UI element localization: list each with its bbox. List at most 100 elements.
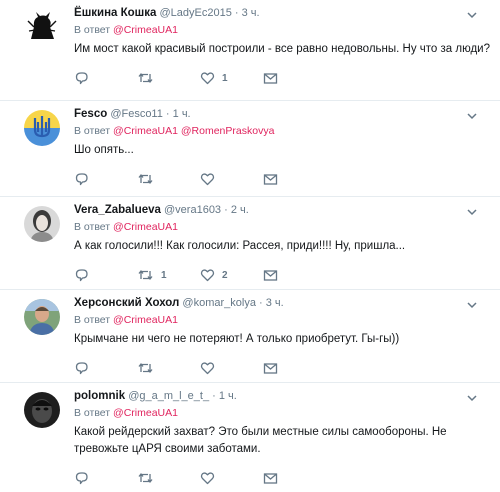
action-bar xyxy=(74,470,490,486)
tweet-header: Vera_Zabalueva @vera1603 · 2 ч. xyxy=(74,203,490,217)
author-handle[interactable]: @komar_kolya xyxy=(182,297,256,309)
separator: · xyxy=(224,204,228,216)
retweet-icon xyxy=(138,269,153,281)
tweet-text: Какой рейдерский захват? Это были местны… xyxy=(74,426,447,455)
timestamp[interactable]: 1 ч. xyxy=(219,390,237,402)
reply-button[interactable] xyxy=(74,172,137,186)
tweet-feed: Ёшкина Кошка @LadyEc2015 · 3 ч. В ответ … xyxy=(0,0,500,492)
separator: · xyxy=(234,7,239,19)
reply-context: В ответ @CrimeaUA1 xyxy=(74,313,490,327)
tweet-header: Ёшкина Кошка @LadyEc2015 · 3 ч. xyxy=(74,6,490,20)
mention-link[interactable]: @CrimeaUA1 xyxy=(113,125,178,137)
separator: · xyxy=(259,297,263,309)
retweet-count: 1 xyxy=(161,269,167,281)
like-count: 2 xyxy=(222,269,228,281)
like-button[interactable]: 2 xyxy=(200,268,263,282)
tweet-header: Fesco @Fesco11 · 1 ч. xyxy=(74,107,490,121)
author-handle[interactable]: @Fesco11 xyxy=(110,108,163,120)
tweet[interactable]: Ёшкина Кошка @LadyEc2015 · 3 ч. В ответ … xyxy=(0,0,500,101)
reply-prefix: В ответ xyxy=(74,314,111,326)
tweet[interactable]: polomnik @g_a_m_l_e_t_ · 1 ч. В ответ @C… xyxy=(0,383,500,492)
reply-prefix: В ответ xyxy=(74,24,111,36)
retweet-button[interactable] xyxy=(137,172,200,186)
like-button[interactable] xyxy=(200,471,263,485)
reply-prefix: В ответ xyxy=(74,125,111,137)
man-photo-avatar[interactable] xyxy=(24,299,60,335)
timestamp[interactable]: 2 ч. xyxy=(231,204,249,216)
reply-button[interactable] xyxy=(74,361,137,375)
author-name[interactable]: Херсонский Хохол xyxy=(74,297,179,309)
author-handle[interactable]: @vera1603 xyxy=(164,204,221,216)
dark-face-avatar[interactable] xyxy=(24,392,60,428)
timestamp[interactable]: 3 ч. xyxy=(242,7,260,19)
message-button[interactable] xyxy=(263,173,278,186)
retweet-button[interactable]: 1 xyxy=(137,268,200,282)
reply-icon xyxy=(75,269,88,282)
chevron-down-icon[interactable] xyxy=(466,109,478,121)
chevron-down-icon[interactable] xyxy=(466,205,478,217)
separator: · xyxy=(212,390,216,402)
action-bar: 1 2 xyxy=(74,267,490,283)
tweet[interactable]: Vera_Zabalueva @vera1603 · 2 ч. В ответ … xyxy=(0,197,500,290)
reply-prefix: В ответ xyxy=(74,407,111,419)
reply-icon xyxy=(75,362,88,375)
heart-icon xyxy=(200,362,215,375)
tweet-text: Крымчане ни чего не потеряют! А только п… xyxy=(74,333,400,345)
retweet-icon xyxy=(138,472,153,484)
timestamp[interactable]: 1 ч. xyxy=(173,108,191,120)
like-button[interactable] xyxy=(200,361,263,375)
retweet-icon xyxy=(138,72,153,84)
retweet-button[interactable] xyxy=(137,471,200,485)
reply-icon xyxy=(75,173,88,186)
message-button[interactable] xyxy=(263,472,278,485)
heart-icon xyxy=(200,173,215,186)
author-handle[interactable]: @g_a_m_l_e_t_ xyxy=(128,390,209,402)
like-count: 1 xyxy=(222,72,228,84)
author-name[interactable]: Fesco xyxy=(74,108,107,120)
author-name[interactable]: Vera_Zabalueva xyxy=(74,204,161,216)
message-button[interactable] xyxy=(263,362,278,375)
mention-link[interactable]: @CrimeaUA1 xyxy=(113,314,178,326)
tweet[interactable]: Fesco @Fesco11 · 1 ч. В ответ @CrimeaUA1… xyxy=(0,101,500,197)
reply-prefix: В ответ xyxy=(74,221,111,233)
portrait-avatar[interactable] xyxy=(24,206,60,242)
reply-context: В ответ @CrimeaUA1 xyxy=(74,23,490,37)
mention-link[interactable]: @CrimeaUA1 xyxy=(113,24,178,36)
trident-avatar[interactable] xyxy=(24,110,60,146)
author-name[interactable]: polomnik xyxy=(74,390,125,402)
chevron-down-icon[interactable] xyxy=(466,298,478,310)
reply-context: В ответ @CrimeaUA1 @RomenPraskovya xyxy=(74,124,490,138)
author-name[interactable]: Ёшкина Кошка xyxy=(74,7,156,19)
like-button[interactable] xyxy=(200,172,263,186)
retweet-button[interactable] xyxy=(137,361,200,375)
chevron-down-icon[interactable] xyxy=(466,391,478,403)
retweet-icon xyxy=(138,173,153,185)
like-button[interactable]: 1 xyxy=(200,71,263,85)
tweet-header: Херсонский Хохол @komar_kolya · 3 ч. xyxy=(74,296,490,310)
chevron-down-icon[interactable] xyxy=(466,8,478,20)
tweet-header: polomnik @g_a_m_l_e_t_ · 1 ч. xyxy=(74,389,490,403)
reply-button[interactable] xyxy=(74,471,137,485)
envelope-icon xyxy=(263,362,278,374)
reply-context: В ответ @CrimeaUA1 xyxy=(74,406,490,420)
reply-button[interactable] xyxy=(74,71,137,85)
heart-icon xyxy=(200,72,215,85)
action-bar xyxy=(74,171,490,187)
message-button[interactable] xyxy=(263,269,278,282)
timestamp[interactable]: 3 ч. xyxy=(266,297,284,309)
reply-icon xyxy=(75,72,88,85)
tweet[interactable]: Херсонский Хохол @komar_kolya · 3 ч. В о… xyxy=(0,290,500,383)
mention-link[interactable]: @RomenPraskovya xyxy=(181,125,275,137)
message-button[interactable] xyxy=(263,72,278,85)
heart-icon xyxy=(200,472,215,485)
mention-link[interactable]: @CrimeaUA1 xyxy=(113,221,178,233)
mention-link[interactable]: @CrimeaUA1 xyxy=(113,407,178,419)
action-bar xyxy=(74,360,490,376)
envelope-icon xyxy=(263,269,278,281)
author-handle[interactable]: @LadyEc2015 xyxy=(159,7,231,19)
reply-button[interactable] xyxy=(74,268,137,282)
action-bar: 1 xyxy=(74,70,490,86)
black-cat-avatar[interactable] xyxy=(24,9,60,45)
tweet-text: А как голосили!!! Как голосили: Рассея, … xyxy=(74,240,406,252)
retweet-button[interactable] xyxy=(137,71,200,85)
